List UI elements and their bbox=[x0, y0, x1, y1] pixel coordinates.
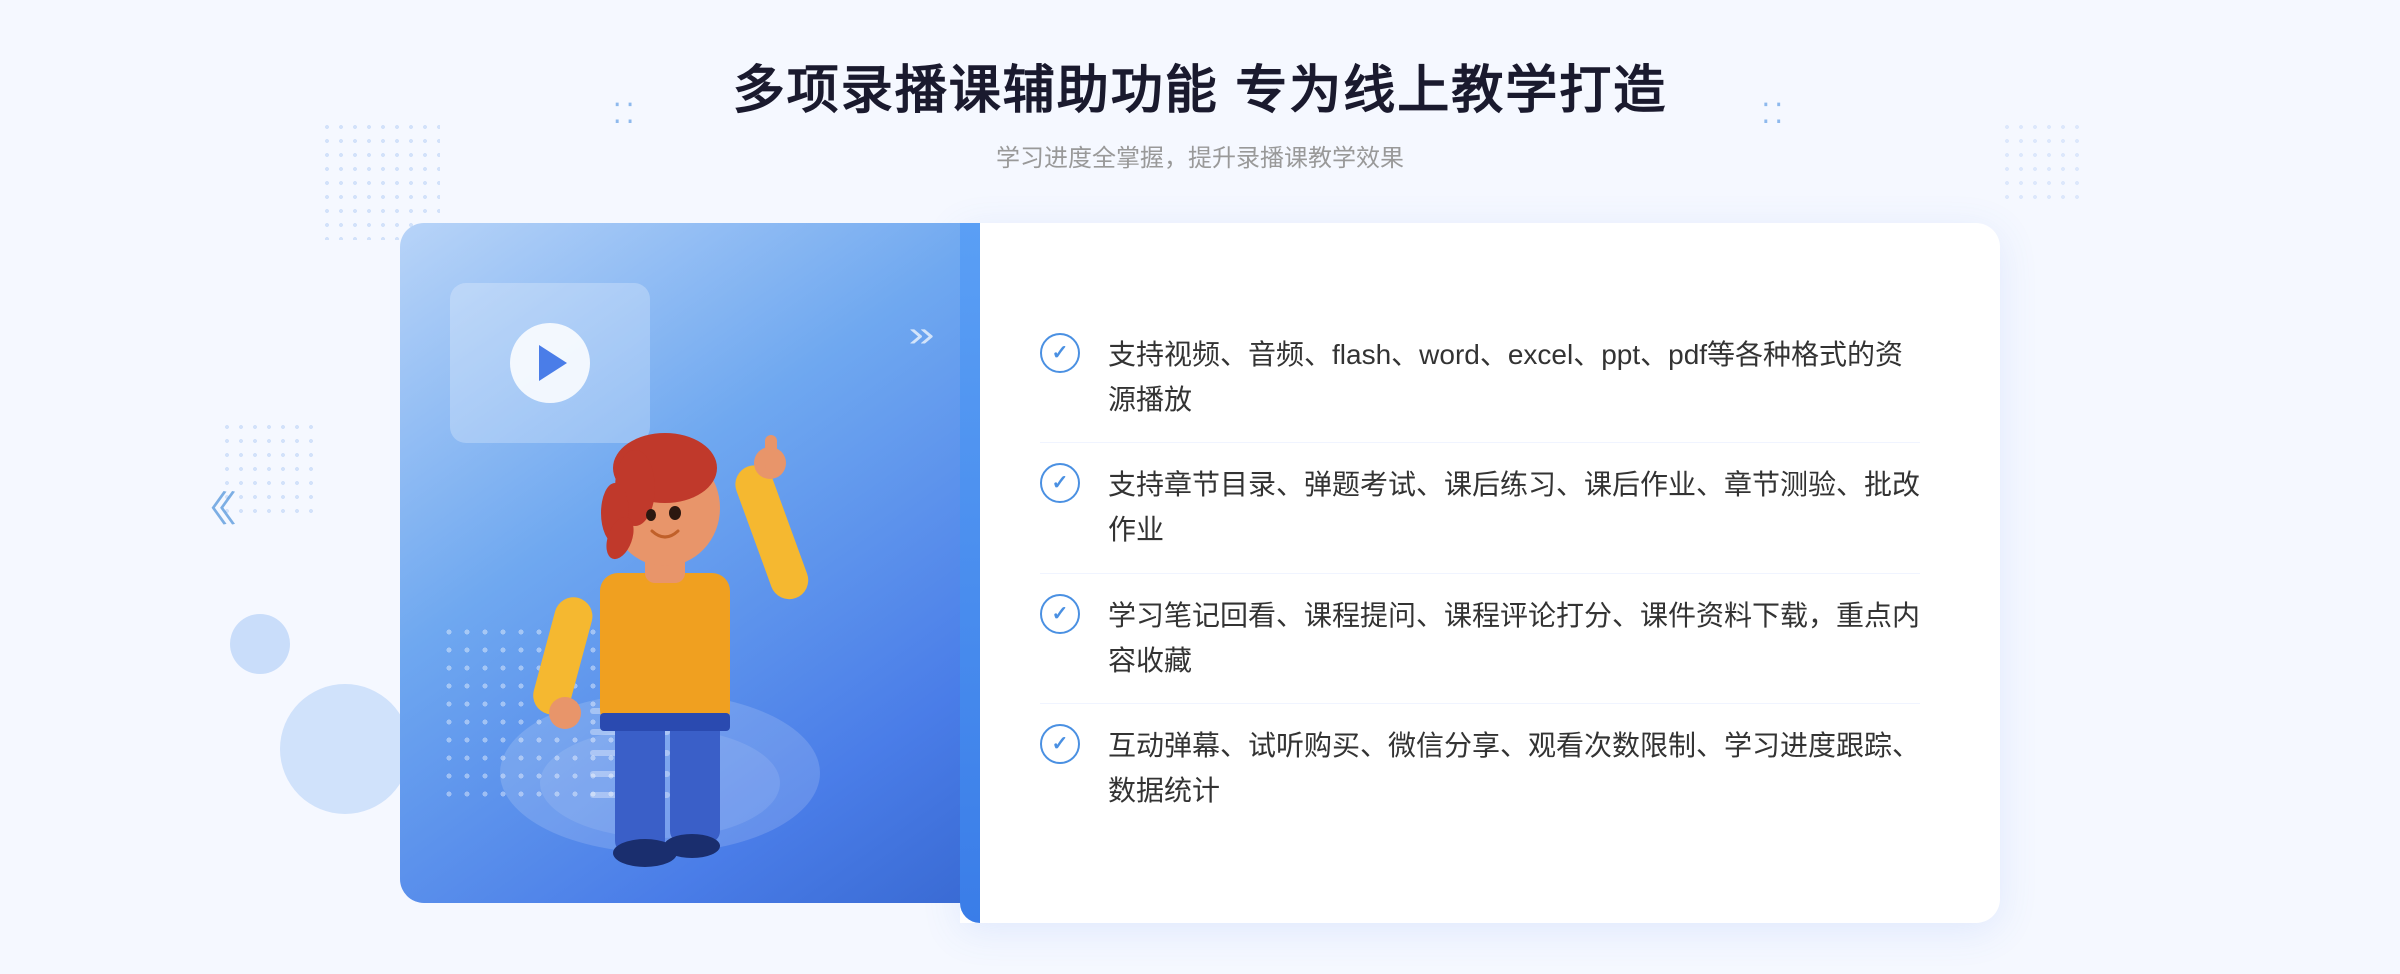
check-mark-1: ✓ bbox=[1052, 343, 1069, 363]
circle-decoration-small bbox=[230, 614, 290, 674]
feature-item-1: ✓ 支持视频、音频、flash、word、excel、ppt、pdf等各种格式的资… bbox=[1040, 313, 1920, 444]
sub-title: 学习进度全掌握，提升录播课教学效果 bbox=[733, 138, 1667, 173]
feature-text-1: 支持视频、音频、flash、word、excel、ppt、pdf等各种格式的资源… bbox=[1108, 333, 1920, 423]
page-wrapper: 《 多项录播课辅助功能 专为线上教学打造 学习进度全掌握，提升录播课教学效果 » bbox=[0, 0, 2400, 974]
check-circle-icon-2: ✓ bbox=[1040, 463, 1080, 503]
illustration-card: » bbox=[400, 223, 960, 903]
blue-accent-bar bbox=[960, 223, 980, 923]
person-illustration bbox=[460, 353, 860, 903]
features-card: ✓ 支持视频、音频、flash、word、excel、ppt、pdf等各种格式的资… bbox=[960, 223, 2000, 923]
circle-decoration-large bbox=[280, 684, 410, 814]
check-circle-icon-4: ✓ bbox=[1040, 724, 1080, 764]
main-title: 多项录播课辅助功能 专为线上教学打造 bbox=[733, 60, 1667, 122]
dots-decoration-top-right bbox=[2000, 120, 2080, 200]
features-list: ✓ 支持视频、音频、flash、word、excel、ppt、pdf等各种格式的资… bbox=[1040, 313, 1920, 834]
features-wrapper: ✓ 支持视频、音频、flash、word、excel、ppt、pdf等各种格式的资… bbox=[960, 223, 2000, 923]
check-mark-3: ✓ bbox=[1052, 604, 1069, 624]
feature-item-4: ✓ 互动弹幕、试听购买、微信分享、观看次数限制、学习进度跟踪、数据统计 bbox=[1040, 704, 1920, 834]
feature-text-3: 学习笔记回看、课程提问、课程评论打分、课件资料下载，重点内容收藏 bbox=[1108, 594, 1920, 684]
arrows-decoration: » bbox=[908, 313, 921, 355]
check-mark-2: ✓ bbox=[1052, 473, 1069, 493]
feature-item-3: ✓ 学习笔记回看、课程提问、课程评论打分、课件资料下载，重点内容收藏 bbox=[1040, 574, 1920, 705]
check-circle-icon-1: ✓ bbox=[1040, 333, 1080, 373]
dots-decoration-mid-left bbox=[220, 420, 320, 520]
dots-decoration-top-left bbox=[320, 120, 440, 240]
check-mark-4: ✓ bbox=[1052, 734, 1069, 754]
header-section: 多项录播课辅助功能 专为线上教学打造 学习进度全掌握，提升录播课教学效果 bbox=[733, 60, 1667, 173]
feature-text-2: 支持章节目录、弹题考试、课后练习、课后作业、章节测验、批改作业 bbox=[1108, 463, 1920, 553]
check-circle-icon-3: ✓ bbox=[1040, 594, 1080, 634]
feature-text-4: 互动弹幕、试听购买、微信分享、观看次数限制、学习进度跟踪、数据统计 bbox=[1108, 724, 1920, 814]
feature-item-2: ✓ 支持章节目录、弹题考试、课后练习、课后作业、章节测验、批改作业 bbox=[1040, 443, 1920, 574]
content-area: » bbox=[400, 223, 2000, 923]
arrow-left-decoration: 《 bbox=[183, 480, 225, 532]
